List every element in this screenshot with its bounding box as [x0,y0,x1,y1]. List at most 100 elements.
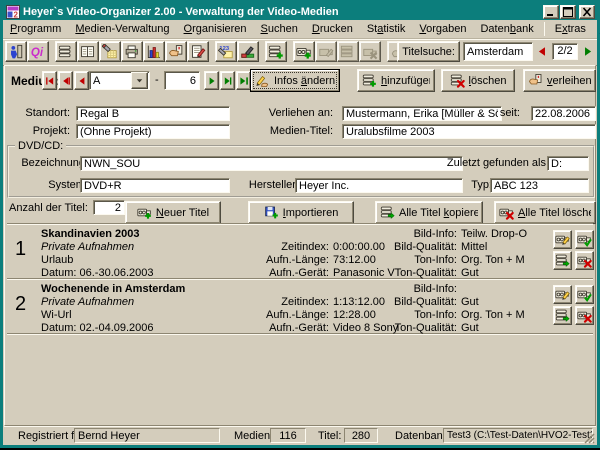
print-button[interactable] [121,41,143,62]
add-medium-button[interactable] [265,41,287,62]
delete-title-button[interactable] [575,306,594,325]
prev-block-button[interactable] [58,71,73,90]
delete-all-titles-button[interactable]: Alle Titel löschen [494,201,596,224]
entry-field-label: Zeitindex: [187,241,329,254]
first-medium-button[interactable] [42,71,57,90]
edit-defaults-button[interactable] [187,41,209,62]
media-list-button[interactable] [55,41,77,62]
entry-field-label: Bild-Info: [379,283,457,296]
next-medium-button[interactable] [204,71,219,90]
verliehen-an-input[interactable] [342,106,502,121]
menu-hilfe[interactable]: Hilfe [593,21,600,38]
import-button[interactable]: Importieren [248,201,354,224]
copy-title-button[interactable] [553,251,572,270]
edit-info-label: Infos ändern [274,75,335,87]
copy-all-titles-button[interactable]: Alle Titel kopieren [375,201,483,224]
nav-next2-icon [222,75,234,87]
menu-programm[interactable]: Programm [3,21,68,38]
entry-field-value: Org. Ton + M [461,254,541,267]
entry-field-label: Bild-Qualität: [379,296,457,309]
copy-title-icon [555,253,570,268]
menu-vorgaben[interactable]: Vorgaben [412,21,473,38]
titles-bar: Anzahl der Titel: Neuer TitelImportieren… [5,198,595,220]
seit-input[interactable] [531,106,596,121]
delete-medium-label: löschen [469,75,507,87]
title-entry-2: 2 Wochenende in Amsterdam Private Aufnah… [7,280,593,333]
menu-extras[interactable]: Extras [548,21,593,38]
zuletzt-gefunden-input[interactable] [547,156,589,171]
projekt-input[interactable] [76,124,230,139]
quick-info-button[interactable]: Qi [27,41,49,62]
card-index-icon [80,44,96,60]
entry-field-label: Ton-Info: [379,254,457,267]
edit-title-icon [555,287,570,302]
standort-input[interactable] [76,106,230,121]
maximize-icon [562,7,574,17]
close-button[interactable] [579,5,595,19]
entry-field-value: Mittel [461,241,541,254]
prev-medium-button[interactable] [74,71,89,90]
edit-title-button [315,41,337,62]
next-block-button[interactable] [220,71,235,90]
new-title-button[interactable]: Neuer Titel [125,201,221,224]
next-result-button[interactable] [581,43,594,60]
titlebar[interactable]: 2 Heyer`s Video-Organizer 2.00 - Verwalt… [3,3,597,20]
toolbar: Qi 123 Titelsuche: 2/2 [3,39,597,66]
entry-field-label: Aufn.-Gerät: [187,267,329,280]
entry-field-value [461,283,541,296]
medium-number-input[interactable] [164,71,200,90]
exit-program-button[interactable] [5,41,27,62]
lend-medium-button[interactable]: verleihen [523,69,596,92]
dvdcd-group: DVD/CD: Bezeichnung: Zuletzt gefunden al… [7,140,595,198]
copy-titles-icon [380,205,395,220]
dropdown-arrow-icon[interactable] [131,72,148,89]
search-button[interactable] [99,41,121,62]
menu-statistik[interactable]: Statistik [360,21,413,38]
add-medium-button[interactable]: hinzufügen [357,69,435,92]
resize-grip[interactable] [582,431,595,444]
nav-prev-icon [76,75,88,87]
edit-title-button[interactable] [553,230,572,249]
delete-title-button [359,41,381,62]
card-index-button[interactable] [77,41,99,62]
minimize-button[interactable] [543,5,559,19]
registered-value: Bernd Heyer [74,428,220,443]
delete-all-titles-label: Alle Titel löschen [518,207,591,219]
search-icon [102,44,118,60]
typ-input[interactable] [490,178,589,193]
statistics-button[interactable] [143,41,165,62]
highlight-button[interactable] [237,41,259,62]
delete-title-button[interactable] [575,251,594,270]
menu-drucken[interactable]: Drucken [305,21,360,38]
edit-info-button[interactable]: Infos ändern [250,69,340,92]
menu-datenbank[interactable]: Datenbank [473,21,540,38]
entry-field-value: Gut [461,296,541,309]
prev-result-button[interactable] [536,43,549,60]
search-number-button[interactable]: 123 [215,41,237,62]
approve-title-button[interactable] [575,230,594,249]
search-counter: 2/2 [552,43,578,60]
medien-titel-input[interactable] [342,124,596,139]
add-title-button[interactable] [293,41,315,62]
bezeichnung-input[interactable] [80,156,463,171]
system-input[interactable] [80,178,230,193]
last-medium-button[interactable] [236,71,251,90]
medium-letter-select[interactable]: A [89,71,150,90]
title-search-input[interactable] [463,42,533,61]
menu-medien-verwaltung[interactable]: Medien-Verwaltung [68,21,176,38]
titelsuche-button[interactable]: Titelsuche: [397,41,460,62]
entry-field-label: Aufn.-Länge: [187,254,329,267]
hersteller-input[interactable] [295,178,463,193]
maximize-button[interactable] [560,5,576,19]
lend-button[interactable] [165,41,187,62]
anzahl-titel-input[interactable] [93,200,125,215]
menu-suchen[interactable]: Suchen [254,21,305,38]
menu-organisieren[interactable]: Organisieren [177,21,254,38]
add-medium-icon [362,73,377,88]
delete-medium-button[interactable]: löschen [441,69,515,92]
approve-title-button[interactable] [575,285,594,304]
copy-title-button[interactable] [553,306,572,325]
seit-label: seit: [500,106,520,121]
entry-recording-info: Zeitindex:0:00:00.00Aufn.-Länge:73:12.00… [187,241,411,280]
edit-title-button[interactable] [553,285,572,304]
